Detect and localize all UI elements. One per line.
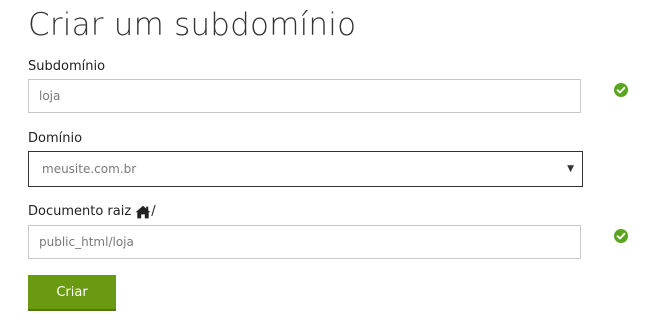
- create-subdomain-page: Criar um subdomínio Subdomínio Domínio m…: [0, 0, 653, 329]
- domain-select-value: meusite.com.br: [42, 162, 137, 176]
- create-button[interactable]: Criar: [28, 275, 116, 311]
- page-title: Criar um subdomínio: [28, 7, 357, 43]
- domain-label-text: Domínio: [28, 131, 83, 146]
- home-icon: [135, 205, 151, 218]
- check-circle-icon: [614, 229, 628, 243]
- docroot-label: Documento raiz /: [28, 204, 156, 219]
- docroot-label-slash: /: [151, 204, 156, 219]
- domain-select[interactable]: meusite.com.br ▼: [28, 151, 583, 187]
- docroot-label-text: Documento raiz: [28, 204, 132, 219]
- dropdown-arrow-icon: ▼: [567, 164, 574, 174]
- check-circle-icon: [614, 83, 628, 97]
- docroot-input[interactable]: [28, 225, 581, 259]
- subdomain-input[interactable]: [28, 79, 581, 113]
- domain-label: Domínio: [28, 131, 82, 146]
- subdomain-label-text: Subdomínio: [28, 59, 106, 74]
- subdomain-label: Subdomínio: [28, 59, 105, 74]
